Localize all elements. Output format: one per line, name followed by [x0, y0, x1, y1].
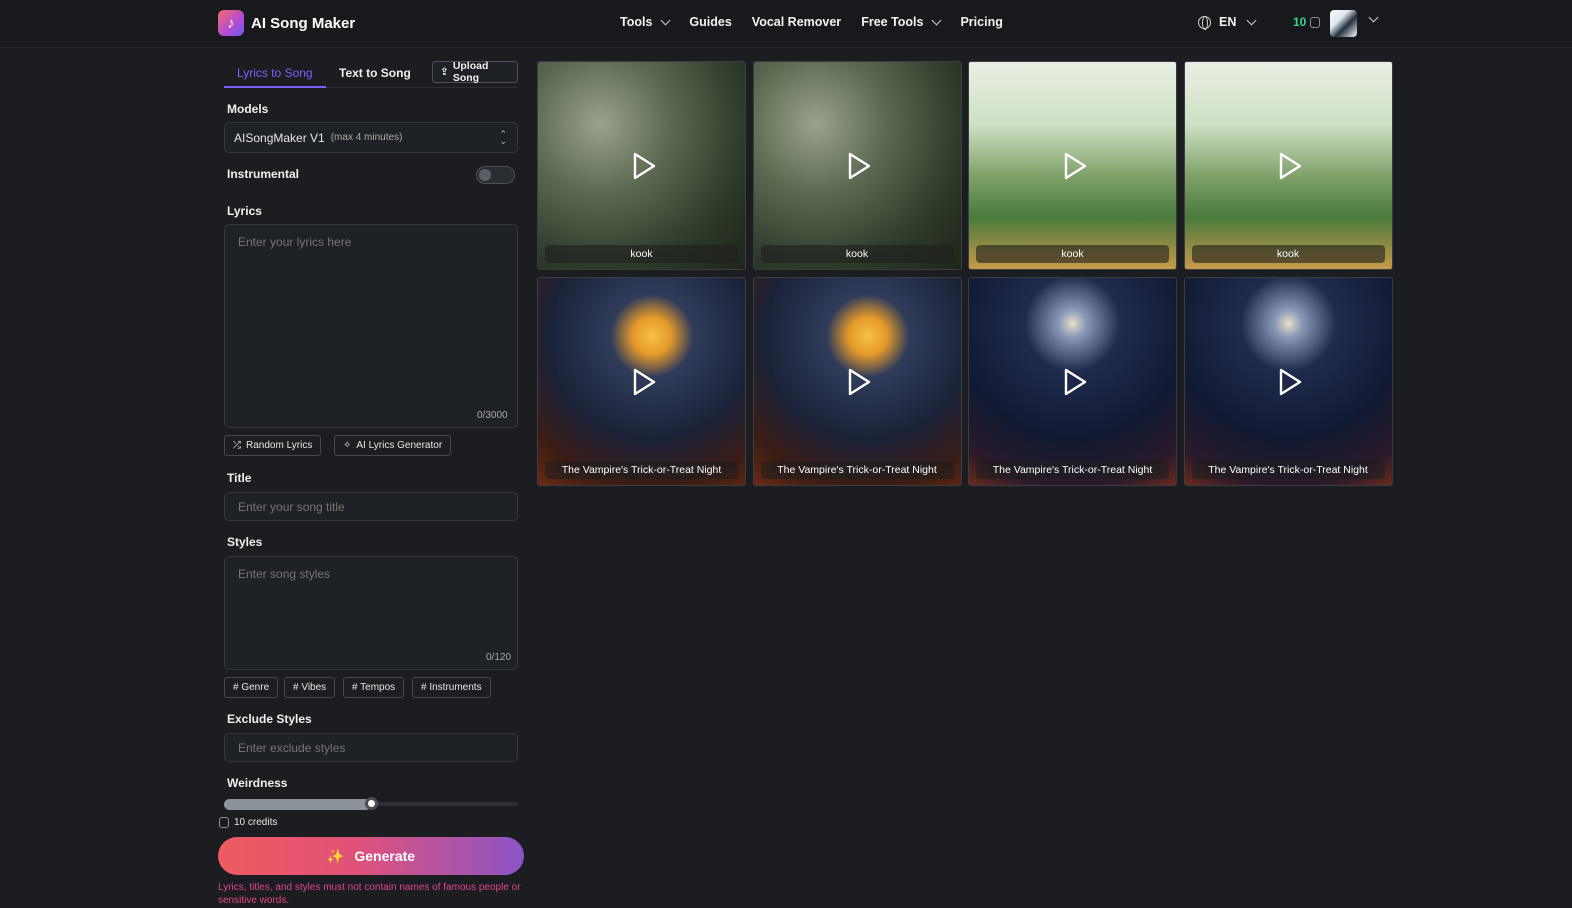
content-warning: Lyrics, titles, and styles must not cont… — [218, 882, 521, 906]
brand[interactable]: ♪ AI Song Maker — [218, 10, 355, 36]
song-card[interactable]: The Vampire's Trick-or-Treat Night — [752, 277, 962, 486]
instrumental-toggle[interactable] — [476, 166, 515, 184]
weirdness-slider-fill — [224, 799, 371, 810]
song-title: kook — [760, 245, 954, 263]
nav-guides-label: Guides — [689, 15, 732, 29]
credits-count: 10 — [1293, 15, 1307, 29]
song-title: kook — [1191, 245, 1385, 263]
coin-stack-icon — [1310, 16, 1321, 28]
title-input[interactable] — [224, 492, 518, 521]
magic-wand-icon: ✨ — [326, 847, 345, 864]
credits-balance: 10 — [1293, 15, 1321, 29]
chevron-up-down-icon: ⌃ ⌄ — [499, 129, 507, 146]
credits-cost-label: 10 credits — [234, 817, 278, 828]
shuffle-icon: ⤮ — [233, 440, 241, 451]
song-card[interactable]: kook — [1183, 61, 1393, 270]
lyrics-input[interactable] — [224, 224, 518, 428]
avatar[interactable] — [1330, 10, 1357, 37]
model-select[interactable]: AISongMaker V1 (max 4 minutes) ⌃ ⌄ — [224, 122, 518, 153]
weirdness-label: Weirdness — [227, 776, 288, 790]
song-title: kook — [976, 245, 1169, 263]
nav-vocal-remover-label: Vocal Remover — [751, 15, 842, 29]
tab-text-to-song[interactable]: Text to Song — [339, 66, 411, 80]
song-card[interactable]: The Vampire's Trick-or-Treat Night — [1183, 277, 1393, 486]
generate-label: Generate — [354, 848, 416, 864]
song-card[interactable]: kook — [752, 61, 962, 270]
song-card[interactable]: kook — [968, 61, 1177, 270]
song-card[interactable]: The Vampire's Trick-or-Treat Night — [968, 277, 1177, 486]
ai-lyrics-generator-button[interactable]: ✧ AI Lyrics Generator — [334, 435, 452, 456]
styles-counter: 0/120 — [486, 652, 512, 663]
exclude-styles-input[interactable] — [224, 733, 518, 762]
chevron-down-icon — [660, 15, 671, 25]
brand-name: AI Song Maker — [251, 14, 356, 32]
nav-guides[interactable]: Guides — [689, 15, 731, 29]
exclude-styles-label: Exclude Styles — [227, 712, 312, 726]
styles-input[interactable] — [224, 556, 518, 670]
nav-vocal-remover[interactable]: Vocal Remover — [752, 15, 841, 29]
play-icon[interactable] — [628, 151, 658, 181]
ai-lyrics-label: AI Lyrics Generator — [356, 440, 443, 451]
random-lyrics-button[interactable]: ⤮ Random Lyrics — [224, 435, 322, 456]
coin-stack-icon — [219, 817, 229, 828]
song-card[interactable]: kook — [537, 61, 746, 270]
song-gallery: kook kook kook kook The Vampire's Trick-or-T… — [537, 61, 1393, 486]
tag-vibes-button[interactable]: # Vibes — [284, 677, 336, 698]
song-title: The Vampire's Trick-or-Treat Night — [545, 461, 738, 479]
lyrics-counter: 0/3000 — [477, 410, 508, 421]
weirdness-slider[interactable] — [224, 797, 518, 810]
nav-free-tools-label: Free Tools — [861, 15, 924, 29]
generation-cost: 10 credits — [219, 817, 277, 828]
play-icon[interactable] — [1059, 151, 1089, 181]
tag-instruments-button[interactable]: # Instruments — [412, 677, 491, 698]
sparkles-icon: ✧ — [343, 440, 352, 451]
song-title: kook — [545, 245, 738, 263]
play-icon[interactable] — [1059, 367, 1089, 397]
nav-tools-label: Tools — [620, 15, 653, 29]
mode-tabs: Lyrics to Song Text to Song ⇪ Upload Son… — [224, 60, 518, 88]
tag-tempos-button[interactable]: # Tempos — [343, 677, 405, 698]
language-selector[interactable]: EN — [1198, 15, 1257, 30]
globe-icon — [1198, 15, 1211, 30]
chevron-down-icon[interactable] — [1368, 12, 1379, 23]
music-note-logo-icon: ♪ — [218, 10, 244, 36]
model-hint: (max 4 minutes) — [330, 132, 403, 143]
nav-pricing[interactable]: Pricing — [960, 15, 1002, 29]
upload-song-label: Upload Song — [452, 60, 489, 84]
chevron-down-icon — [932, 15, 942, 25]
song-title: The Vampire's Trick-or-Treat Night — [1191, 461, 1385, 479]
play-icon[interactable] — [1274, 367, 1304, 397]
upload-song-button[interactable]: ⇪ Upload Song — [432, 60, 518, 84]
nav-pricing-label: Pricing — [960, 15, 1003, 29]
random-lyrics-label: Random Lyrics — [246, 440, 313, 451]
song-card[interactable]: The Vampire's Trick-or-Treat Night — [537, 277, 746, 486]
upload-icon: ⇪ — [440, 66, 449, 78]
active-tab-indicator — [224, 86, 326, 88]
song-title: The Vampire's Trick-or-Treat Night — [976, 461, 1169, 479]
play-icon[interactable] — [628, 367, 658, 397]
generate-button[interactable]: ✨ Generate — [218, 837, 524, 875]
tag-genre-button[interactable]: # Genre — [224, 677, 279, 698]
main-nav: Tools Guides Vocal Remover Free Tools Pr… — [620, 15, 1003, 29]
top-navigation-bar: ♪ AI Song Maker Tools Guides Vocal Remov… — [0, 0, 1572, 48]
instrumental-label: Instrumental — [227, 167, 300, 181]
play-icon[interactable] — [843, 151, 873, 181]
language-label: EN — [1219, 15, 1237, 29]
tab-lyrics-to-song[interactable]: Lyrics to Song — [237, 66, 313, 80]
lyrics-label: Lyrics — [227, 204, 262, 218]
play-icon[interactable] — [843, 367, 873, 397]
models-label: Models — [227, 102, 269, 116]
title-label: Title — [227, 471, 252, 485]
nav-free-tools[interactable]: Free Tools — [861, 15, 942, 29]
model-value: AISongMaker V1 — [234, 130, 325, 145]
play-icon[interactable] — [1274, 151, 1304, 181]
styles-label: Styles — [227, 535, 263, 549]
song-title: The Vampire's Trick-or-Treat Night — [760, 461, 954, 479]
toggle-knob — [479, 169, 491, 181]
nav-tools[interactable]: Tools — [620, 15, 671, 29]
weirdness-slider-handle[interactable] — [365, 797, 378, 810]
chevron-down-icon — [1246, 15, 1257, 25]
